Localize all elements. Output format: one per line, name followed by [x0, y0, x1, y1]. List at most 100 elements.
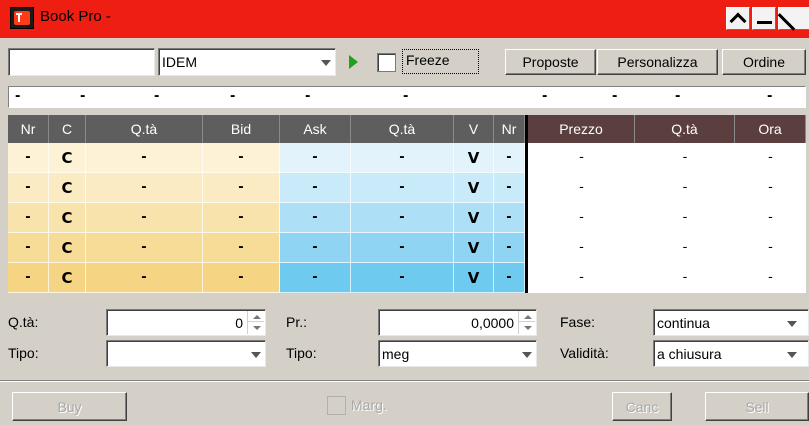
table-cell[interactable]: - — [86, 203, 203, 233]
column-header[interactable]: Q.tà — [635, 115, 735, 143]
table-cell[interactable]: - — [635, 203, 735, 233]
table-cell[interactable]: - — [280, 143, 351, 173]
title-bar[interactable]: Book Pro - — [0, 0, 809, 38]
collapse-button[interactable] — [726, 7, 750, 30]
price-input[interactable]: 0,0000 — [378, 309, 537, 336]
table-cell[interactable]: - — [280, 263, 351, 293]
table-cell[interactable]: - — [86, 233, 203, 263]
table-cell[interactable]: - — [735, 143, 806, 173]
table-cell[interactable]: - — [203, 203, 280, 233]
table-cell[interactable]: - — [86, 173, 203, 203]
column-header[interactable]: Ask — [280, 115, 351, 143]
table-cell[interactable]: - — [635, 143, 735, 173]
table-cell[interactable]: - — [494, 203, 525, 233]
table-cell[interactable]: - — [735, 173, 806, 203]
marg-checkbox[interactable] — [327, 396, 346, 415]
table-cell[interactable]: C — [49, 233, 86, 263]
freeze-label[interactable]: Freeze — [406, 52, 450, 68]
table-cell[interactable]: - — [351, 143, 454, 173]
table-cell[interactable]: - — [351, 173, 454, 203]
price-spinner[interactable] — [518, 311, 535, 334]
column-header[interactable]: Bid — [203, 115, 280, 143]
chevron-down-icon[interactable] — [783, 311, 800, 334]
marg-label[interactable]: Marg. — [351, 397, 387, 413]
spin-up-icon[interactable] — [519, 311, 535, 322]
table-cell[interactable]: - — [735, 233, 806, 263]
ordine-button[interactable]: Ordine — [722, 49, 806, 75]
table-cell[interactable]: - — [635, 173, 735, 203]
column-header[interactable]: V — [454, 115, 494, 143]
table-cell[interactable]: V — [454, 173, 494, 203]
buy-button[interactable]: Buy — [12, 392, 127, 421]
table-cell[interactable]: - — [203, 263, 280, 293]
table-cell[interactable]: - — [86, 143, 203, 173]
table-cell[interactable]: - — [528, 173, 635, 203]
market-select[interactable]: IDEM — [158, 48, 336, 76]
table-cell[interactable]: - — [8, 173, 49, 203]
table-cell[interactable]: - — [494, 233, 525, 263]
phase-select[interactable]: continua — [653, 309, 809, 336]
table-cell[interactable]: - — [203, 173, 280, 203]
table-cell[interactable]: - — [280, 173, 351, 203]
type-select[interactable] — [106, 340, 266, 367]
table-cell[interactable]: V — [454, 203, 494, 233]
table-cell[interactable]: - — [528, 233, 635, 263]
type2-select[interactable]: meg — [378, 340, 537, 367]
table-cell[interactable]: - — [528, 263, 635, 293]
table-cell[interactable]: - — [494, 143, 525, 173]
column-header[interactable]: Prezzo — [528, 115, 635, 143]
chevron-down-icon[interactable] — [518, 342, 535, 365]
spin-down-icon[interactable] — [519, 323, 535, 334]
table-cell[interactable]: - — [8, 233, 49, 263]
column-header[interactable]: Ora — [735, 115, 806, 143]
chevron-down-icon[interactable] — [317, 50, 334, 74]
sell-button[interactable]: Sell — [705, 392, 809, 421]
table-cell[interactable]: C — [49, 263, 86, 293]
table-cell[interactable]: C — [49, 203, 86, 233]
qty-input[interactable]: 0 — [106, 309, 266, 336]
table-cell[interactable]: V — [454, 233, 494, 263]
qty-spinner[interactable] — [247, 311, 264, 334]
minimize-button[interactable] — [752, 7, 776, 30]
column-header[interactable]: Q.tà — [351, 115, 454, 143]
table-cell[interactable]: - — [635, 263, 735, 293]
column-header[interactable]: Nr — [8, 115, 49, 143]
chevron-down-icon[interactable] — [783, 342, 800, 365]
column-header[interactable]: Nr — [494, 115, 525, 143]
symbol-input[interactable] — [8, 48, 155, 76]
table-cell[interactable]: - — [735, 203, 806, 233]
close-button[interactable] — [778, 7, 809, 30]
table-cell[interactable]: V — [454, 143, 494, 173]
column-header[interactable]: C — [49, 115, 86, 143]
table-cell[interactable]: C — [49, 173, 86, 203]
table-cell[interactable]: - — [8, 263, 49, 293]
table-cell[interactable]: - — [280, 233, 351, 263]
freeze-checkbox[interactable] — [377, 53, 396, 72]
table-cell[interactable]: - — [203, 143, 280, 173]
table-cell[interactable]: - — [528, 203, 635, 233]
table-cell[interactable]: - — [86, 263, 203, 293]
table-cell[interactable]: C — [49, 143, 86, 173]
table-cell[interactable]: - — [494, 263, 525, 293]
personalizza-button[interactable]: Personalizza — [597, 49, 718, 75]
table-cell[interactable]: V — [454, 263, 494, 293]
proposte-button[interactable]: Proposte — [505, 49, 596, 75]
table-cell[interactable]: - — [351, 263, 454, 293]
table-cell[interactable]: - — [351, 233, 454, 263]
play-icon[interactable] — [349, 55, 358, 69]
table-cell[interactable]: - — [635, 233, 735, 263]
table-cell[interactable]: - — [8, 143, 49, 173]
chevron-down-icon[interactable] — [247, 342, 264, 365]
spin-up-icon[interactable] — [248, 311, 264, 322]
table-cell[interactable]: - — [351, 203, 454, 233]
table-cell[interactable]: - — [494, 173, 525, 203]
order-book-table[interactable]: Nr C Q.tà Bid Ask Q.tà V Nr Prezzo Q.tà Ora - C - - - - V… — [8, 115, 806, 293]
table-cell[interactable]: - — [528, 143, 635, 173]
table-cell[interactable]: - — [280, 203, 351, 233]
validity-select[interactable]: a chiusura — [653, 340, 809, 367]
column-header[interactable]: Q.tà — [86, 115, 203, 143]
table-cell[interactable]: - — [8, 203, 49, 233]
cancel-button[interactable]: Canc — [612, 392, 672, 421]
table-cell[interactable]: - — [203, 233, 280, 263]
spin-down-icon[interactable] — [248, 323, 264, 334]
